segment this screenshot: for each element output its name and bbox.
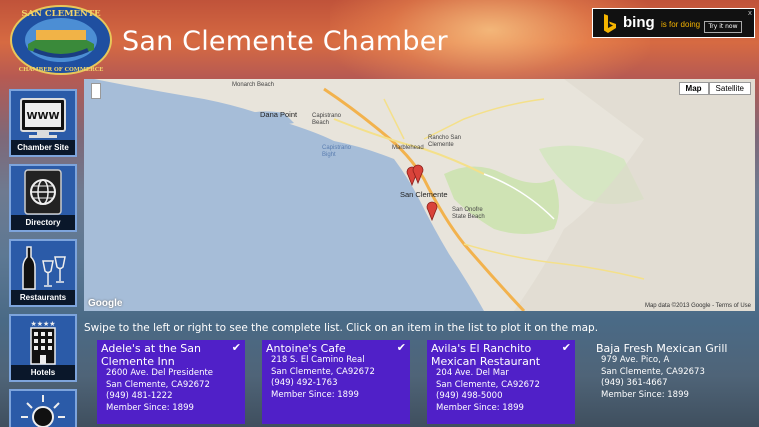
nav-restaurants[interactable]: Restaurants [9, 239, 77, 307]
map-label-dana-point: Dana Point [260, 110, 298, 119]
map-label-marblehead: Marblehead [392, 145, 424, 151]
svg-text:WWW: WWW [26, 111, 59, 122]
card-address: 218 S. El Camino Real [271, 355, 365, 365]
card-city: San Clemente, CA92673 [601, 366, 705, 377]
card-phone: (949) 481-1222 [106, 391, 173, 401]
restaurant-card[interactable]: Antoine's Cafe ✔ 218 S. El Camino Real S… [262, 340, 410, 424]
try-it-now-button[interactable]: Try it now [704, 21, 742, 33]
nav-label: Directory [11, 215, 75, 230]
check-icon: ✔ [396, 341, 406, 354]
card-name: Adele's at the San Clemente Inn [101, 342, 201, 368]
map-label-monarch-beach: Monarch Beach [232, 82, 275, 88]
map-pin[interactable] [426, 201, 438, 222]
nav-weather[interactable] [9, 389, 77, 427]
nav-directory[interactable]: Directory [9, 164, 77, 232]
map-view[interactable]: Monarch Beach Dana Point Capistrano Beac… [84, 79, 755, 311]
restaurant-card[interactable]: Avila's El Ranchito Mexican Restaurant ✔… [427, 340, 575, 424]
bing-b-icon [604, 14, 616, 33]
card-member-since: Member Since: 1899 [436, 402, 524, 413]
bing-brand: bing [623, 14, 655, 31]
bing-ad[interactable]: bing is for doing Try it now x [592, 8, 755, 38]
card-member-since: Member Since: 1899 [271, 389, 359, 400]
map-label-capistrano-bight: Capistrano Bight [322, 145, 352, 158]
logo-top-text: SAN CLEMENTE [21, 9, 101, 19]
map-pin[interactable] [412, 164, 424, 185]
map-label-capistrano-beach: Capistrano Beach [312, 113, 342, 126]
instructions-text: Swipe to the left or right to see the co… [84, 322, 599, 334]
card-name: Antoine's Cafe [266, 342, 346, 355]
wine-bottle-glasses-icon [22, 246, 66, 290]
card-city: San Clemente, CA92672 [436, 379, 540, 390]
check-icon: ✔ [231, 341, 241, 354]
map-attribution[interactable]: Map data ©2013 Google - Terms of Use [645, 303, 751, 309]
card-phone: (949) 492-1763 [271, 378, 338, 388]
card-city: San Clemente, CA92672 [106, 379, 210, 390]
card-address: 204 Ave. Del Mar [436, 368, 509, 378]
globe-book-icon [24, 169, 62, 215]
card-member-since: Member Since: 1899 [106, 402, 194, 413]
street-view-pegman-icon[interactable] [91, 83, 101, 99]
map-label-rancho-san-clemente: Rancho San Clemente [428, 135, 462, 148]
card-address: 979 Ave. Pico, A [601, 355, 670, 365]
restaurant-card[interactable]: Baja Fresh Mexican Grill 979 Ave. Pico, … [592, 340, 752, 424]
card-city: San Clemente, CA92672 [271, 366, 375, 377]
map-label-san-clemente: San Clemente [400, 190, 448, 199]
sun-icon [21, 395, 65, 427]
google-logo: Google [88, 298, 123, 309]
check-icon: ✔ [561, 341, 571, 354]
card-phone: (949) 361-4667 [601, 378, 668, 388]
restaurant-card[interactable]: Adele's at the San Clemente Inn ✔ 2600 A… [97, 340, 245, 424]
card-address: 2600 Ave. Del Presidente [106, 368, 214, 378]
map-button[interactable]: Map [678, 82, 709, 95]
nav-chamber-site[interactable]: WWW Chamber Site [9, 89, 77, 157]
ad-close-icon[interactable]: x [748, 9, 752, 17]
satellite-button[interactable]: Satellite [708, 82, 751, 95]
map-type-switcher: Map Satellite [678, 82, 751, 95]
svg-text:★★★★: ★★★★ [30, 320, 55, 328]
card-member-since: Member Since: 1899 [601, 389, 689, 400]
nav-label: Restaurants [11, 290, 75, 305]
card-phone: (949) 498-5000 [436, 391, 503, 401]
bing-tagline: is for doing [661, 20, 701, 29]
logo-bottom-text: CHAMBER OF COMMERCE [19, 67, 104, 73]
nav-hotels[interactable]: ★★★★ Hotels [9, 314, 77, 382]
card-name: Avila's El Ranchito Mexican Restaurant [431, 342, 541, 368]
app-title: San Clemente Chamber [122, 26, 448, 57]
nav-label: Chamber Site [11, 140, 75, 155]
nav-label: Hotels [11, 365, 75, 380]
card-name: Baja Fresh Mexican Grill [596, 342, 728, 355]
hotel-building-icon: ★★★★ [30, 320, 56, 365]
www-monitor-icon: WWW [20, 98, 66, 138]
chamber-logo: SAN CLEMENTE CHAMBER OF COMMERCE [10, 5, 112, 75]
map-label-san-onofre: San Onofre State Beach [452, 207, 485, 220]
